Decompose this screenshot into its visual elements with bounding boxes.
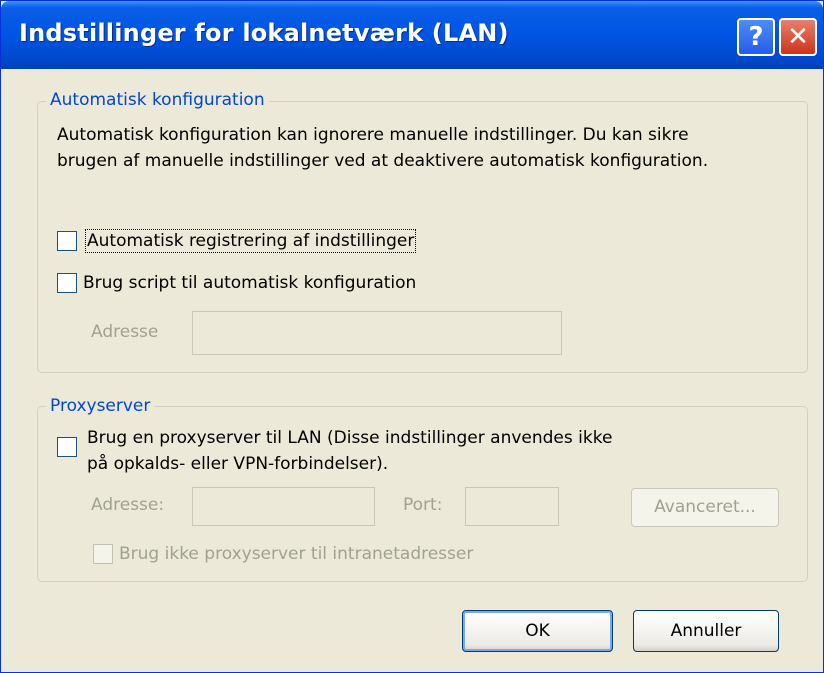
bypass-local-label[interactable]: Brug ikke proxyserver til intranetadress…	[119, 544, 473, 564]
script-address-label: Adresse	[91, 322, 159, 342]
close-button[interactable]: ✕	[779, 18, 817, 56]
lan-settings-dialog: Indstillinger for lokalnetværk (LAN) ? ✕…	[0, 0, 824, 673]
proxy-legend: Proxyserver	[46, 396, 155, 416]
help-button[interactable]: ?	[737, 18, 775, 56]
advanced-button[interactable]: Avanceret...	[631, 488, 779, 527]
auto-config-description-line2: brugen af manuelle indstillinger ved at …	[57, 151, 709, 171]
auto-detect-label[interactable]: Automatisk registrering af indstillinger	[84, 229, 417, 253]
auto-config-legend: Automatisk konfiguration	[46, 90, 269, 110]
use-proxy-label-line1[interactable]: Brug en proxyserver til LAN (Disse indst…	[87, 428, 612, 448]
script-address-input[interactable]	[192, 311, 562, 355]
proxy-address-input[interactable]	[192, 487, 375, 526]
proxy-port-label: Port:	[403, 495, 443, 515]
question-mark-icon: ?	[748, 22, 764, 52]
auto-detect-checkbox[interactable]	[57, 231, 77, 251]
title-bar[interactable]: Indstillinger for lokalnetværk (LAN) ? ✕	[1, 1, 823, 69]
use-script-checkbox[interactable]	[57, 273, 77, 293]
ok-button[interactable]: OK	[462, 610, 613, 652]
cancel-button[interactable]: Annuller	[633, 610, 779, 652]
proxy-port-input[interactable]	[465, 487, 559, 526]
use-proxy-label-line2[interactable]: på opkalds- eller VPN-forbindelser).	[87, 454, 388, 474]
dialog-title: Indstillinger for lokalnetværk (LAN)	[19, 19, 509, 47]
use-script-label[interactable]: Brug script til automatisk konfiguration	[83, 273, 416, 293]
bypass-local-checkbox[interactable]	[93, 544, 113, 564]
use-proxy-checkbox[interactable]	[57, 437, 77, 457]
close-icon: ✕	[787, 22, 809, 52]
auto-config-description-line1: Automatisk konfiguration kan ignorere ma…	[57, 125, 689, 145]
proxy-address-label: Adresse:	[91, 495, 165, 515]
